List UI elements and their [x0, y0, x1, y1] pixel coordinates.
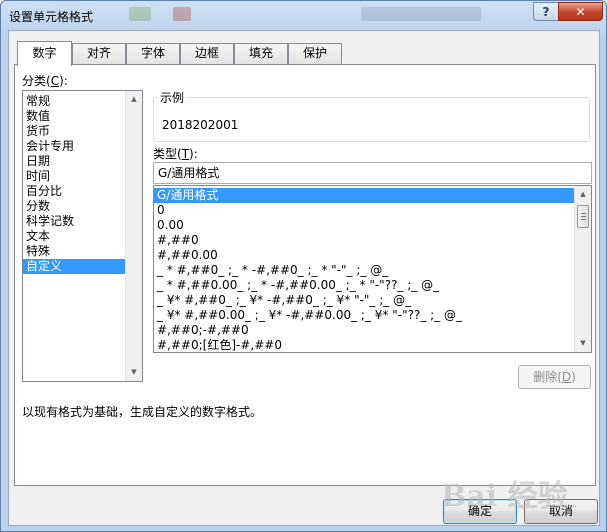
title-bar[interactable]: 设置单元格格式 ? ✕: [1, 1, 606, 31]
scroll-up-icon[interactable]: ▲: [126, 91, 142, 108]
dialog-title: 设置单元格格式: [9, 10, 94, 24]
sample-value: 2018202001: [162, 118, 239, 132]
close-icon: ✕: [575, 4, 586, 19]
tab-font[interactable]: 字体: [126, 43, 180, 64]
list-item[interactable]: _ ¥* #,##0.00_ ;_ ¥* -#,##0.00_ ;_ ¥* "-…: [154, 308, 591, 323]
scroll-down-icon[interactable]: ▼: [575, 335, 591, 352]
tab-alignment[interactable]: 对齐: [72, 43, 126, 64]
list-item[interactable]: #,##0;[红色]-#,##0: [154, 338, 591, 353]
tab-protection[interactable]: 保护: [288, 43, 342, 64]
format-cells-dialog: 设置单元格格式 ? ✕ 数字 对齐 字体 边框 填充 保护 分类(C): 常规数…: [0, 0, 607, 532]
ok-button[interactable]: 确定: [443, 499, 517, 524]
delete-button[interactable]: 删除(D): [518, 365, 591, 389]
category-label: 分类(C):: [22, 74, 68, 88]
list-item[interactable]: G/通用格式: [154, 188, 591, 203]
scroll-thumb[interactable]: [577, 205, 589, 228]
background-app-icon: [173, 7, 191, 21]
tab-fill[interactable]: 填充: [234, 43, 288, 64]
scroll-down-icon[interactable]: ▼: [126, 364, 142, 381]
scroll-up-icon[interactable]: ▲: [575, 186, 591, 203]
list-item[interactable]: #,##0.00: [154, 248, 591, 263]
type-label: 类型(T):: [153, 147, 198, 161]
background-app-icon: [129, 7, 151, 21]
list-item[interactable]: 0.00: [154, 218, 591, 233]
list-item[interactable]: _ * #,##0.00_ ;_ * -#,##0.00_ ;_ * "-"??…: [154, 278, 591, 293]
sample-group: 2018202001: [153, 97, 590, 142]
help-icon: ?: [542, 4, 550, 19]
sample-label: 示例: [158, 89, 187, 106]
tab-border[interactable]: 边框: [180, 43, 234, 64]
list-item[interactable]: _ * #,##0_ ;_ * -#,##0_ ;_ * "-"_ ;_ @_: [154, 263, 591, 278]
type-input[interactable]: G/通用格式: [153, 162, 592, 184]
description-text: 以现有格式为基础，生成自定义的数字格式。: [22, 405, 263, 419]
category-scrollbar[interactable]: ▲ ▼: [125, 91, 142, 381]
list-item[interactable]: _ ¥* #,##0_ ;_ ¥* -#,##0_ ;_ ¥* "-"_ ;_ …: [154, 293, 591, 308]
dialog-body: 数字 对齐 字体 边框 填充 保护 分类(C): 常规 数值 货币 会计专用 日期 时间百…: [8, 30, 600, 526]
type-list[interactable]: G/通用格式 0 0.00 #,##0 #,##0.00 _ * #,##0_ ;_ * …: [153, 185, 592, 353]
tab-number[interactable]: 数字: [17, 41, 72, 66]
cancel-button[interactable]: 取消: [524, 499, 598, 524]
category-list[interactable]: 常规 数值 货币 会计专用 日期 时间 百分比 分数 科学记数 文本 特殊 自定义 ▲ ▼: [22, 90, 143, 382]
help-button[interactable]: ?: [533, 2, 559, 21]
list-item[interactable]: #,##0;-#,##0: [154, 323, 591, 338]
close-button[interactable]: ✕: [558, 2, 603, 21]
background-app-text: [361, 7, 481, 21]
list-item[interactable]: 0: [154, 203, 591, 218]
number-tab-panel: 分类(C): 常规 数值 货币 会计专用 日期 时间 百分比 分数 科学记数 文本 特殊 自定义 ▲ …: [14, 64, 596, 486]
list-item[interactable]: #,##0: [154, 233, 591, 248]
type-scrollbar[interactable]: ▲ ▼: [574, 186, 591, 352]
